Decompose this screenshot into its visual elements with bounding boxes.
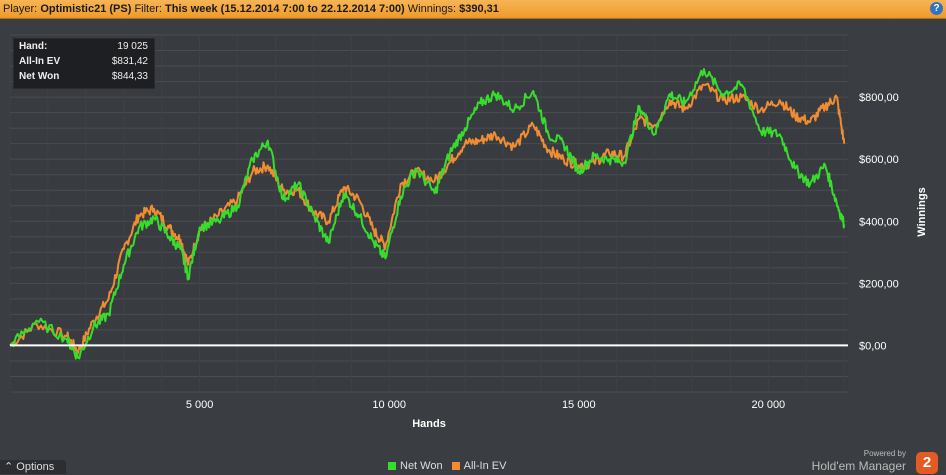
net-won-value: $844,33: [111, 71, 148, 82]
x-axis-label: Hands: [412, 418, 446, 430]
brand-name: Hold'em Manager: [811, 459, 906, 473]
x-tick-label: 10 000: [372, 399, 406, 411]
x-tick-label: 15 000: [562, 399, 596, 411]
chart-legend: Net Won All-In EV: [388, 460, 512, 472]
all-in-ev-label: All-In EV: [19, 56, 61, 67]
legend-label-all-in-ev: All-In EV: [463, 460, 507, 472]
net-won-label: Net Won: [19, 71, 60, 82]
y-tick-label: $600,00: [859, 154, 899, 166]
hand-label: Hand:: [19, 41, 48, 52]
brand-logo: 2: [916, 452, 938, 474]
legend-label-net-won: Net Won: [400, 460, 443, 472]
legend-item-all-in-ev[interactable]: All-In EV: [451, 460, 507, 472]
options-label: Options: [16, 461, 55, 473]
legend-swatch-all-in-ev: [451, 462, 460, 470]
stats-box: Hand: 19 025 All-In EV $831,42 Net Won $844…: [13, 38, 155, 89]
x-tick-label: 5 000: [186, 399, 214, 411]
y-tick-label: $200,00: [859, 278, 899, 290]
x-tick-label: 20 000: [752, 399, 786, 411]
y-axis-label: Winnings: [916, 187, 928, 237]
y-tick-label: $0,00: [859, 340, 887, 352]
options-button[interactable]: ⌃ Options: [0, 460, 66, 474]
legend-item-net-won[interactable]: Net Won: [388, 460, 443, 472]
all-in-ev-value: $831,42: [111, 56, 148, 67]
chevron-up-icon: ⌃: [4, 461, 14, 473]
y-tick-label: $800,00: [859, 92, 899, 104]
powered-by-text: Powered by: [863, 449, 906, 458]
y-tick-label: $400,00: [859, 216, 899, 228]
hand-value: 19 025: [117, 41, 148, 52]
legend-swatch-net-won: [388, 462, 396, 470]
